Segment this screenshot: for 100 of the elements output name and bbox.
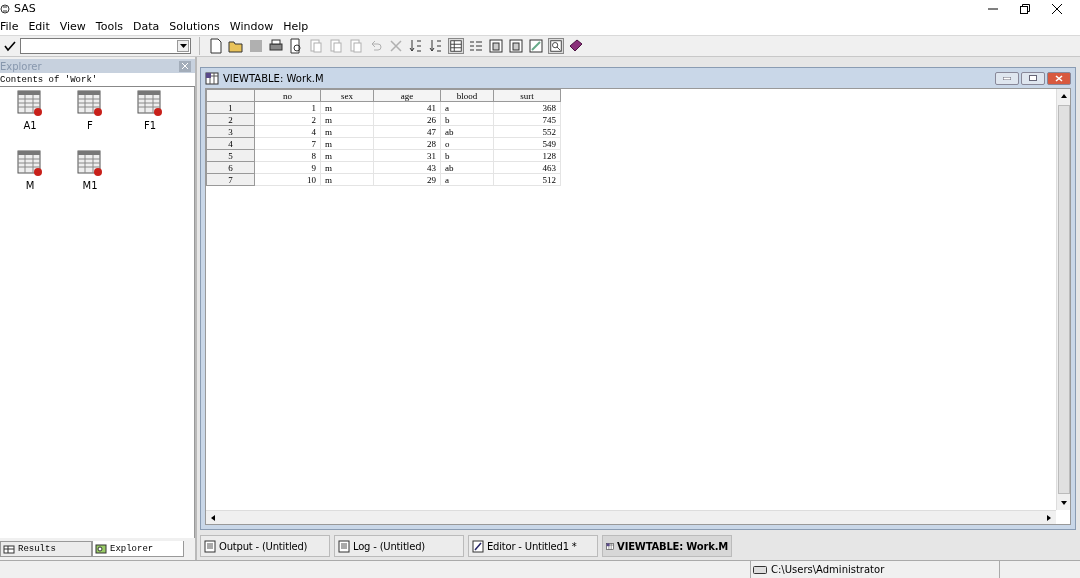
- column-header[interactable]: no: [254, 89, 321, 102]
- panel-tab[interactable]: Results: [0, 541, 92, 557]
- menu-item[interactable]: Edit: [28, 19, 56, 33]
- table-cell: 552: [493, 125, 561, 138]
- window-tab[interactable]: Output - (Untitled): [200, 535, 330, 557]
- window-tab[interactable]: Log - (Untitled): [334, 535, 464, 557]
- edit-icon: [528, 38, 544, 54]
- results-icon: [3, 544, 15, 554]
- zoom-icon: [549, 38, 563, 54]
- table-cell: a: [440, 173, 494, 186]
- document-icon: [338, 539, 350, 553]
- column-header[interactable]: surt: [493, 89, 561, 102]
- table-cell: 8: [254, 149, 321, 162]
- save-icon: [248, 38, 264, 54]
- open-icon: [228, 38, 244, 54]
- table-cell: 41: [373, 101, 441, 114]
- pencil-document-icon: [472, 539, 484, 553]
- table-cell: m: [320, 173, 374, 186]
- table-cell: 128: [493, 149, 561, 162]
- table-cell: a: [440, 101, 494, 114]
- restore-icon[interactable]: [1020, 3, 1030, 14]
- menu-item[interactable]: View: [59, 19, 92, 33]
- dataset-icon: [77, 90, 103, 117]
- table-cell: m: [320, 137, 374, 150]
- panel-tab[interactable]: Explorer: [92, 541, 184, 557]
- dataset-icon: [137, 90, 163, 117]
- explorer-path: Contents of 'Work': [0, 73, 195, 87]
- delete-icon: [388, 38, 404, 54]
- sort-asc-icon: [408, 38, 424, 54]
- table-cell: 10: [254, 173, 321, 186]
- list-icon: [468, 38, 484, 54]
- table-cell: 1: [254, 101, 321, 114]
- toolbar-button[interactable]: [288, 38, 304, 54]
- maximize-button[interactable]: [1021, 71, 1045, 85]
- toolbar-button[interactable]: [508, 38, 524, 54]
- preview-icon: [288, 38, 304, 54]
- toolbar-button[interactable]: [228, 38, 244, 54]
- vertical-scrollbar[interactable]: [1056, 89, 1070, 510]
- table-cell: 463: [493, 161, 561, 174]
- new-icon: [208, 38, 224, 54]
- panel-title: Explorer: [0, 60, 42, 72]
- toolbar-button[interactable]: [548, 38, 564, 54]
- document-icon: [204, 539, 216, 553]
- column-header[interactable]: age: [373, 89, 441, 102]
- table-cell: 28: [373, 137, 441, 150]
- table-cell: b: [440, 113, 494, 126]
- table-cell: m: [320, 149, 374, 162]
- close-icon: [182, 63, 188, 69]
- close-icon: [1055, 74, 1063, 82]
- sort-desc-icon: [428, 38, 444, 54]
- column-header[interactable]: sex: [320, 89, 374, 102]
- scroll-arrow-icon[interactable]: [209, 513, 217, 522]
- child-window-title: VIEWTABLE: Work.M: [223, 72, 324, 84]
- window-title: SAS: [14, 2, 36, 15]
- table-cell: 745: [493, 113, 561, 126]
- toolbar-button[interactable]: [448, 38, 464, 54]
- table-icon: [205, 71, 219, 85]
- table-cell: 2: [254, 113, 321, 126]
- dropdown-arrow-icon[interactable]: [179, 44, 187, 48]
- menu-item[interactable]: Data: [132, 19, 166, 33]
- scroll-arrow-icon[interactable]: [1059, 92, 1068, 100]
- menu-item[interactable]: Window: [229, 19, 280, 33]
- checkmark-icon[interactable]: [4, 40, 16, 52]
- dataset-label[interactable]: M1: [82, 180, 98, 191]
- column-header[interactable]: blood: [440, 89, 494, 102]
- close-button[interactable]: [1047, 71, 1071, 85]
- window-tab[interactable]: VIEWTABLE: Work.M: [602, 535, 732, 557]
- dataset-icon: [77, 150, 103, 177]
- table-cell: 43: [373, 161, 441, 174]
- menu-item[interactable]: File: [0, 19, 25, 33]
- print-icon: [268, 38, 284, 54]
- table-cell: o: [440, 137, 494, 150]
- menu-item[interactable]: Help: [283, 19, 315, 33]
- toolbar-button[interactable]: [488, 38, 504, 54]
- dataset-label[interactable]: F: [87, 120, 93, 131]
- table-cell: 47: [373, 125, 441, 138]
- close-icon[interactable]: [1052, 3, 1062, 14]
- dataset-label[interactable]: F1: [143, 120, 157, 131]
- dataset-icon: [17, 90, 43, 117]
- table-cell: 7: [254, 137, 321, 150]
- table-cell: b: [440, 149, 494, 162]
- menu-item[interactable]: Solutions: [169, 19, 226, 33]
- explorer-icon: [95, 543, 107, 554]
- table-cell: m: [320, 161, 374, 174]
- toolbar-button[interactable]: [268, 38, 284, 54]
- table-cell: ab: [440, 125, 494, 138]
- table-cell: ab: [440, 161, 494, 174]
- table-cell: m: [320, 125, 374, 138]
- dataset-label[interactable]: A1: [23, 120, 37, 131]
- dataset-icon: [17, 150, 43, 177]
- table-cell: 4: [254, 125, 321, 138]
- minimize-button[interactable]: [995, 71, 1019, 85]
- horizontal-scrollbar[interactable]: [206, 510, 1056, 524]
- dataset-label[interactable]: M: [25, 180, 35, 191]
- drive-icon: [753, 565, 767, 574]
- command-field[interactable]: [20, 38, 191, 54]
- menu-item[interactable]: Tools: [95, 19, 129, 33]
- table-cell: 26: [373, 113, 441, 126]
- window-tab[interactable]: Editor - Untitled1 *: [468, 535, 598, 557]
- table-cell: m: [320, 113, 374, 126]
